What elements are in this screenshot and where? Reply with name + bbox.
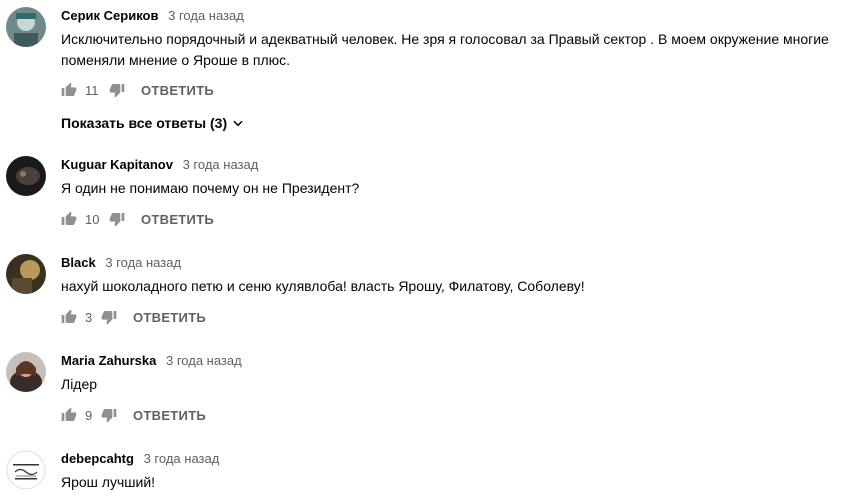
chevron-down-icon xyxy=(233,120,243,127)
comment-text-line: поменяли мнение о Яроше в плюс. xyxy=(61,52,291,68)
comment-author[interactable]: Kuguar Kapitanov xyxy=(61,157,173,172)
dislike-icon[interactable] xyxy=(101,407,117,423)
reply-button[interactable]: ОТВЕТИТЬ xyxy=(133,310,206,325)
comment-time[interactable]: 3 года назад xyxy=(105,255,181,270)
avatar[interactable] xyxy=(6,352,46,392)
comment-text: Ярош лучший! xyxy=(61,472,849,493)
comment-text-line: нахуй шоколадного петю и сеню кулявлоба!… xyxy=(61,278,585,294)
comment-text: Я один не понимаю почему он не Президент… xyxy=(61,178,849,199)
reply-button[interactable]: ОТВЕТИТЬ xyxy=(133,408,206,423)
show-replies-label: Показать все ответы (3) xyxy=(61,115,228,131)
like-count: 11 xyxy=(85,82,99,98)
comment-text: Лідер xyxy=(61,374,849,395)
reply-button[interactable]: ОТВЕТИТЬ xyxy=(141,212,214,227)
like-count: 9 xyxy=(85,407,93,423)
like-icon[interactable] xyxy=(61,82,77,98)
comment-author[interactable]: Maria Zahurska xyxy=(61,353,156,368)
comment-text: нахуй шоколадного петю и сеню кулявлоба!… xyxy=(61,276,849,297)
comment-time[interactable]: 3 года назад xyxy=(166,353,242,368)
comment-author[interactable]: debepcahtg xyxy=(61,451,134,466)
dislike-icon[interactable] xyxy=(101,309,117,325)
comment-text: Исключительно порядочный и адекватный че… xyxy=(61,29,849,71)
like-icon[interactable] xyxy=(61,211,77,227)
avatar[interactable] xyxy=(6,450,46,490)
like-count: 3 xyxy=(85,309,93,325)
comment-text-line: Ярош лучший! xyxy=(61,474,156,490)
comment-time[interactable]: 3 года назад xyxy=(144,451,220,466)
avatar-logo-icon xyxy=(6,450,46,490)
comment-time[interactable]: 3 года назад xyxy=(183,157,259,172)
comment-author[interactable]: Серик Сериков xyxy=(61,8,159,23)
comment-text-line: Лідер xyxy=(61,376,98,392)
avatar[interactable] xyxy=(6,254,46,294)
avatar-photo-icon xyxy=(6,352,46,392)
comment-text-line: Я один не понимаю почему он не Президент… xyxy=(61,180,360,196)
comment-time[interactable]: 3 года назад xyxy=(168,8,244,23)
like-icon[interactable] xyxy=(61,407,77,423)
dislike-icon[interactable] xyxy=(109,82,125,98)
avatar[interactable] xyxy=(6,7,46,47)
comment-author[interactable]: Black xyxy=(61,255,96,270)
like-count: 10 xyxy=(85,211,100,227)
like-icon[interactable] xyxy=(61,309,77,325)
dislike-icon[interactable] xyxy=(109,211,125,227)
avatar-photo-icon xyxy=(6,254,46,294)
reply-button[interactable]: ОТВЕТИТЬ xyxy=(141,83,214,98)
avatar[interactable] xyxy=(6,156,46,196)
show-replies-button[interactable]: Показать все ответы (3) xyxy=(61,115,245,131)
comment-text-line: Исключительно порядочный и адекватный че… xyxy=(61,31,829,47)
avatar-photo-icon xyxy=(6,156,46,196)
avatar-photo-icon xyxy=(6,7,46,47)
